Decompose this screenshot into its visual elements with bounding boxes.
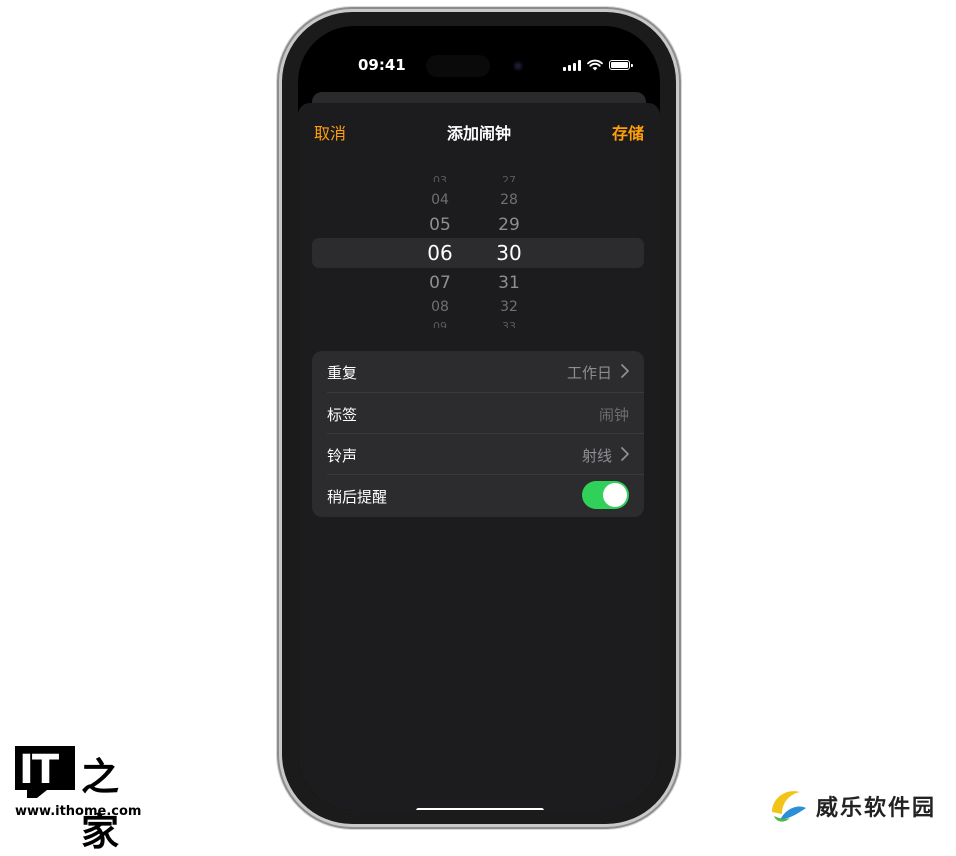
ithome-url: www.ithome.com: [15, 804, 142, 819]
snooze-row: 稍后提醒: [312, 475, 644, 516]
tag-input[interactable]: 闹钟: [599, 404, 629, 425]
ithome-logo-tail: [27, 790, 47, 798]
weile-brand: 威乐软件园: [816, 795, 937, 821]
ithome-logo-mark: 之家: [81, 754, 120, 854]
alarm-settings-list: 重复 工作日 标签 闹钟 铃声 射线 稍后提醒: [312, 351, 644, 517]
add-alarm-sheet: 取消 添加闹钟 存储 03 04 05 06 07 08 09 27 28 29…: [298, 103, 660, 810]
camera-icon: [513, 61, 523, 71]
save-button[interactable]: 存储: [612, 120, 644, 144]
weile-logo-icon: [772, 791, 806, 822]
minute-value: 31: [498, 273, 520, 293]
phone-screen: 09:41 取消 添加闹钟 存储 03 04 05 06 07 08 09 27…: [298, 26, 660, 810]
power-button[interactable]: [676, 268, 680, 360]
sound-value: 射线: [581, 447, 612, 465]
hour-value: 07: [429, 273, 451, 293]
minute-value: 32: [500, 299, 518, 315]
status-icons: [563, 59, 633, 71]
home-indicator[interactable]: [416, 808, 544, 810]
ithome-logo: IT 之家 www.ithome.com: [15, 746, 143, 854]
repeat-row[interactable]: 重复 工作日: [312, 351, 644, 392]
hour-value: 05: [429, 215, 451, 235]
hour-value: 04: [431, 192, 449, 208]
wifi-icon: [587, 59, 603, 71]
toggle-knob: [603, 483, 627, 507]
minute-picker[interactable]: 27 28 29 30 31 32 33: [479, 163, 539, 333]
minute-value: 28: [500, 192, 518, 208]
minute-value-selected: 30: [496, 241, 522, 265]
repeat-value: 工作日: [566, 364, 612, 382]
phone-frame: 09:41 取消 添加闹钟 存储 03 04 05 06 07 08 09 27…: [282, 12, 676, 824]
chevron-right-icon: [621, 447, 629, 461]
hour-picker[interactable]: 03 04 05 06 07 08 09: [410, 163, 470, 333]
snooze-toggle[interactable]: [582, 481, 629, 509]
cellular-signal-icon: [563, 59, 581, 71]
hour-value: 09: [433, 320, 447, 328]
repeat-label: 重复: [327, 364, 358, 382]
sound-row[interactable]: 铃声 射线: [312, 434, 644, 475]
page-title: 添加闹钟: [446, 124, 511, 143]
chevron-right-icon: [621, 364, 629, 378]
minute-value: 33: [502, 320, 516, 328]
ithome-logo-box: IT: [15, 746, 75, 793]
hour-value: 03: [433, 174, 447, 182]
sound-label: 铃声: [327, 447, 358, 465]
battery-icon: [609, 60, 633, 70]
tag-row: 标签 闹钟: [312, 393, 644, 434]
snooze-label: 稍后提醒: [327, 488, 388, 506]
minute-value: 27: [502, 174, 516, 182]
status-time: 09:41: [358, 56, 406, 74]
weile-logo: 威乐软件园: [766, 782, 946, 826]
minute-value: 29: [498, 215, 520, 235]
picker-selection-band: [312, 238, 644, 268]
tag-label: 标签: [327, 406, 358, 424]
hour-value-selected: 06: [427, 241, 453, 265]
dynamic-island: [426, 55, 490, 77]
hour-value: 08: [431, 299, 449, 315]
